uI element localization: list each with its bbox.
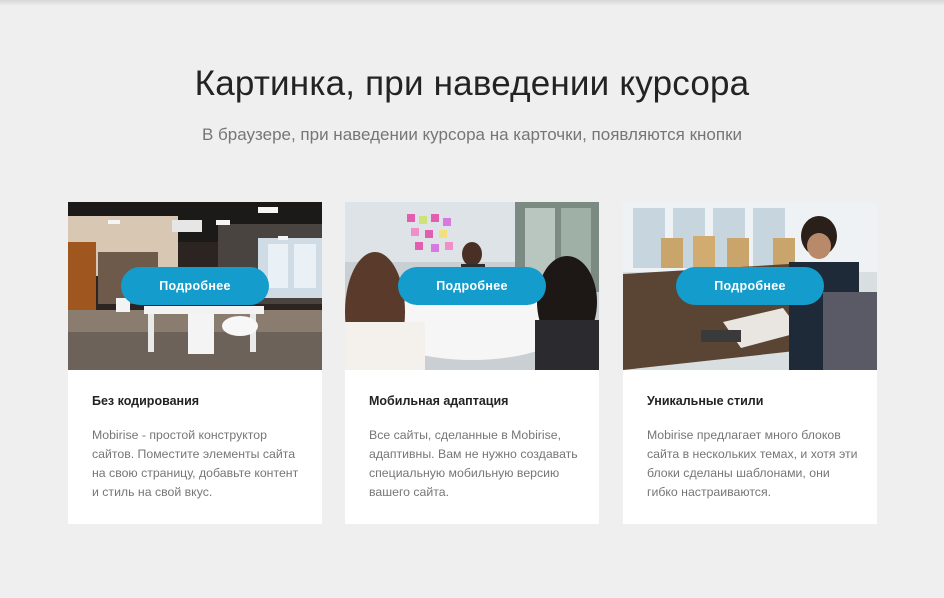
feature-card-no-code: Подробнее Без кодирования Mobirise - про… [68, 202, 322, 524]
man-at-laptop-image: Подробнее [623, 202, 877, 370]
top-shadow [0, 0, 944, 6]
office-interior-image: Подробнее [68, 202, 322, 370]
feature-card-styles: Подробнее Уникальные стили Mobirise пред… [623, 202, 877, 524]
card-text-styles: Mobirise предлагает много блоков сайта в… [647, 428, 858, 499]
card-text-no-code: Mobirise - простой конструктор сайтов. П… [92, 428, 299, 499]
feature-card-mobile: Подробнее Мобильная адаптация Все сайты,… [345, 202, 599, 524]
team-meeting-image: Подробнее [345, 202, 599, 370]
card-title-styles: Уникальные стили [647, 394, 764, 408]
card-text-mobile: Все сайты, сделанные в Mobirise, адаптив… [369, 428, 578, 499]
card-title-mobile: Мобильная адаптация [369, 394, 509, 408]
more-button-styles[interactable]: Подробнее [676, 267, 824, 305]
more-button-no-code[interactable]: Подробнее [121, 267, 269, 305]
card-title-no-code: Без кодирования [92, 394, 200, 408]
more-button-mobile[interactable]: Подробнее [398, 267, 546, 305]
section-title: Картинка, при наведении курсора [194, 64, 750, 103]
section-subtitle: В браузере, при наведении курсора на кар… [202, 125, 742, 144]
